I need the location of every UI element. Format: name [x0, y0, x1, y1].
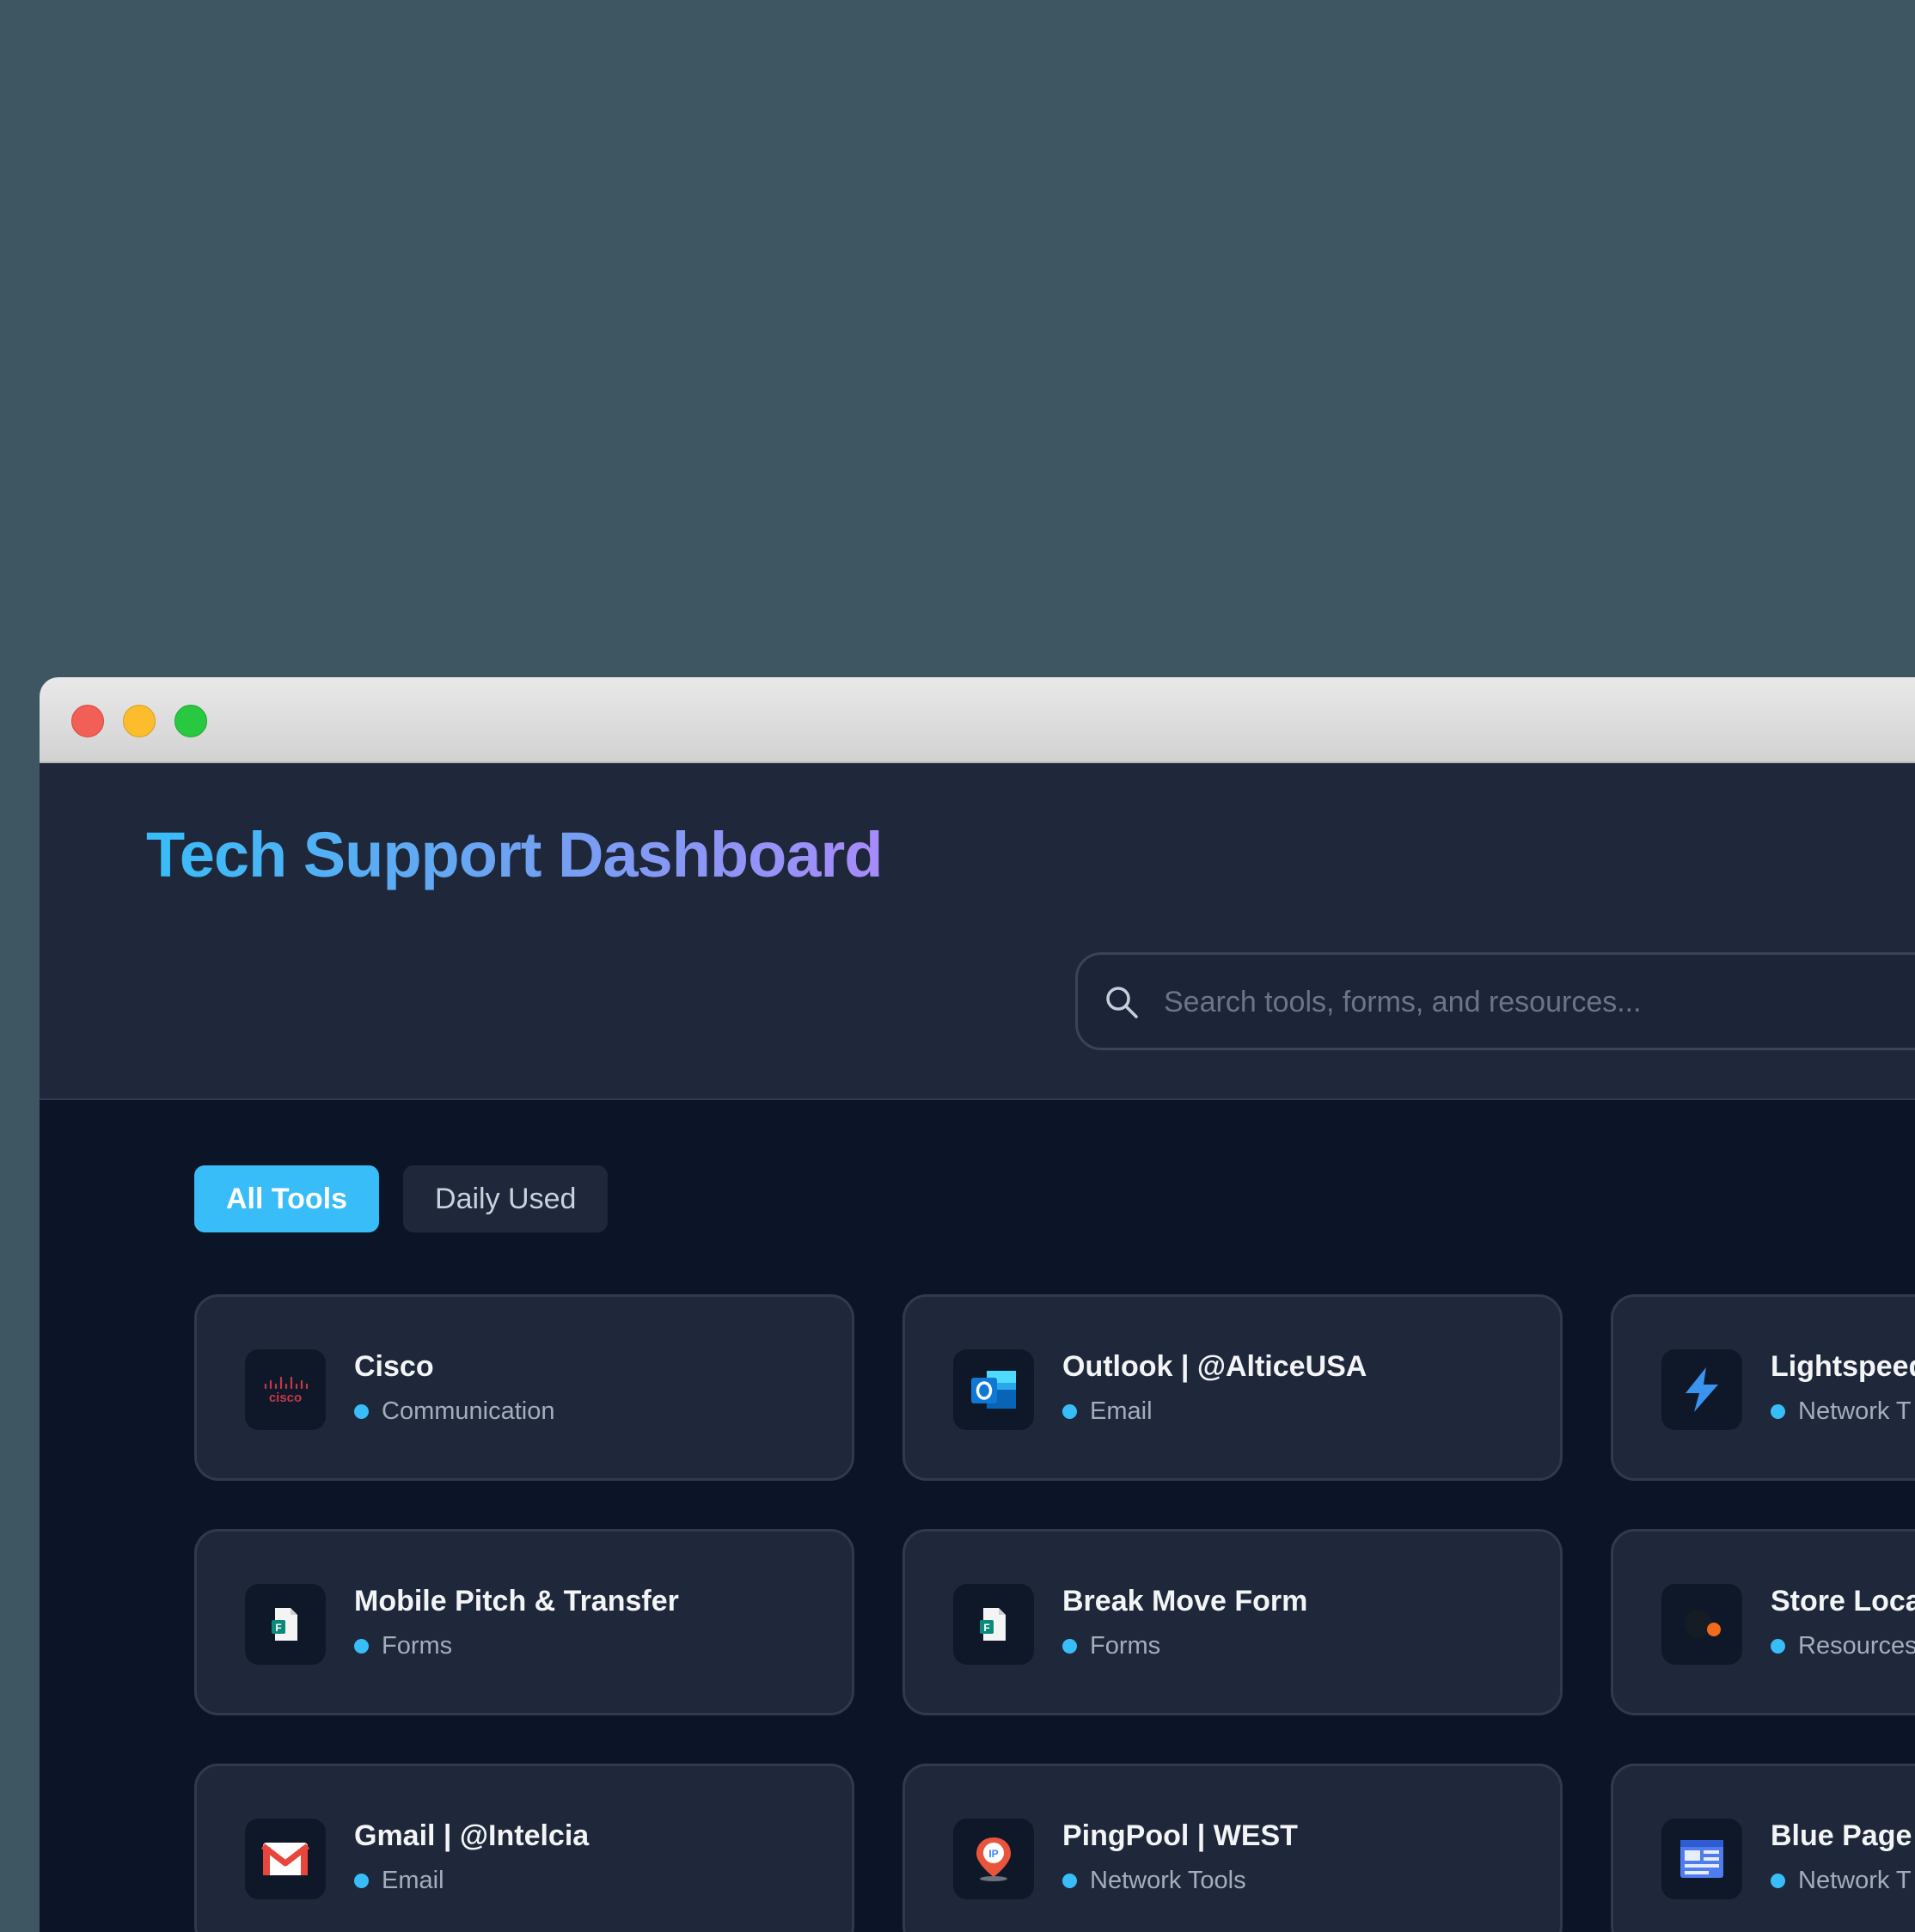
- gmail-icon: [245, 1819, 326, 1899]
- tool-category: Email: [354, 1867, 444, 1895]
- tool-category-label: Email: [1090, 1397, 1153, 1425]
- tool-category-label: Forms: [1090, 1632, 1161, 1660]
- tool-category: Network T: [1771, 1397, 1912, 1426]
- forms-document-icon: F: [953, 1584, 1034, 1665]
- tool-name: PingPool | WEST: [1062, 1819, 1298, 1852]
- tool-card-break-move-form[interactable]: F Break Move Form Forms: [902, 1529, 1563, 1715]
- tool-name: Break Move Form: [1062, 1585, 1308, 1617]
- tool-name: Cisco: [354, 1350, 434, 1383]
- tool-card-lightspeed[interactable]: Lightspeed Network T: [1611, 1294, 1915, 1481]
- tool-card-mobile-pitch-transfer[interactable]: F Mobile Pitch & Transfer Forms: [194, 1529, 854, 1715]
- close-window-button[interactable]: [71, 705, 104, 737]
- tool-name: Lightspeed: [1771, 1350, 1915, 1383]
- app-window: Tech Support Dashboard All Tools Daily U…: [40, 677, 1915, 1932]
- tool-category: Forms: [1062, 1632, 1160, 1660]
- tool-card-gmail[interactable]: Gmail | @Intelcia Email: [194, 1764, 854, 1932]
- tool-card-pingpool-west[interactable]: IP PingPool | WEST Network Tools: [902, 1764, 1563, 1932]
- store-locator-icon: [1661, 1584, 1742, 1665]
- tool-category: Communication: [354, 1397, 554, 1426]
- tool-name: Gmail | @Intelcia: [354, 1819, 590, 1852]
- page-title: Tech Support Dashboard: [146, 819, 883, 890]
- tool-category-label: Network T: [1798, 1397, 1912, 1425]
- category-dot: [1771, 1404, 1785, 1419]
- blue-page-icon: [1661, 1819, 1742, 1899]
- forms-document-icon: F: [245, 1584, 326, 1665]
- lightning-bolt-icon: [1661, 1349, 1742, 1430]
- tool-card-store-locator[interactable]: Store Loca Resources: [1611, 1529, 1915, 1715]
- category-dot: [354, 1639, 369, 1654]
- svg-text:F: F: [275, 1622, 281, 1634]
- cisco-logo-icon: cisco: [245, 1349, 326, 1430]
- maximize-window-button[interactable]: [174, 705, 207, 737]
- search-input[interactable]: [1164, 972, 1915, 1032]
- tool-category-label: Email: [382, 1867, 444, 1894]
- tool-name: Store Loca: [1771, 1585, 1915, 1617]
- search-icon: [1106, 987, 1138, 1018]
- category-dot: [1062, 1639, 1077, 1654]
- dashboard-header: Tech Support Dashboard: [40, 763, 1915, 1100]
- tool-name: Blue Page: [1771, 1819, 1912, 1852]
- tool-category: Email: [1062, 1397, 1153, 1426]
- svg-text:F: F: [983, 1622, 989, 1634]
- tool-category: Forms: [354, 1632, 452, 1660]
- tool-name: Outlook | @AlticeUSA: [1062, 1350, 1367, 1383]
- tool-card-blue-page[interactable]: Blue Page Network T: [1611, 1764, 1915, 1932]
- tab-daily-used[interactable]: Daily Used: [403, 1165, 609, 1232]
- svg-text:cisco: cisco: [269, 1391, 302, 1405]
- tool-category-label: Resources: [1798, 1632, 1915, 1660]
- tool-category: Resources: [1771, 1632, 1915, 1660]
- outlook-icon: [953, 1349, 1034, 1430]
- tool-card-outlook[interactable]: Outlook | @AlticeUSA Email: [902, 1294, 1563, 1481]
- window-titlebar: [40, 677, 1915, 763]
- category-dot: [1771, 1639, 1785, 1654]
- svg-text:IP: IP: [988, 1848, 998, 1860]
- category-dot: [1771, 1874, 1785, 1888]
- category-dot: [354, 1874, 369, 1888]
- tool-category: Network Tools: [1062, 1867, 1246, 1895]
- category-dot: [354, 1404, 369, 1419]
- category-dot: [1062, 1404, 1077, 1419]
- tool-category-label: Forms: [382, 1632, 453, 1660]
- minimize-window-button[interactable]: [123, 705, 156, 737]
- tool-name: Mobile Pitch & Transfer: [354, 1585, 679, 1617]
- tool-category: Network T: [1771, 1867, 1912, 1895]
- tool-category-label: Communication: [382, 1397, 555, 1425]
- filter-tabs: All Tools Daily Used: [194, 1165, 609, 1232]
- category-dot: [1062, 1874, 1077, 1888]
- tool-category-label: Network T: [1798, 1867, 1912, 1894]
- tool-category-label: Network Tools: [1090, 1867, 1246, 1894]
- ip-location-pin-icon: IP: [953, 1819, 1034, 1899]
- search-bar[interactable]: [1075, 952, 1915, 1050]
- tool-card-cisco[interactable]: cisco Cisco Communication: [194, 1294, 854, 1481]
- tab-all-tools[interactable]: All Tools: [194, 1165, 380, 1232]
